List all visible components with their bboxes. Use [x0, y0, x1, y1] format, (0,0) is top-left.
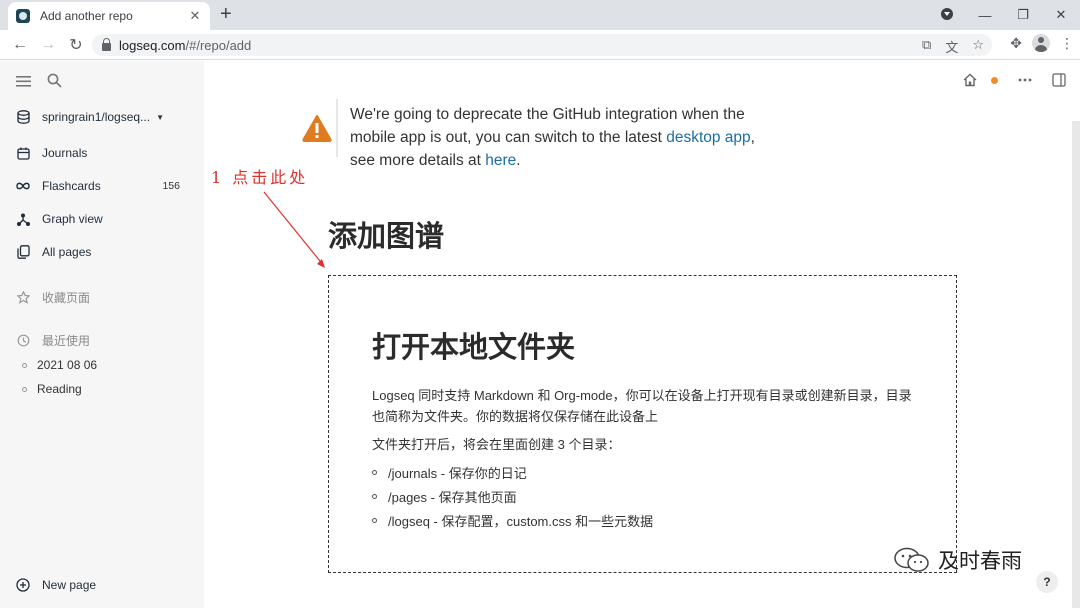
annotation-label: 1 点击此处: [211, 168, 309, 187]
scrollbar[interactable]: [1072, 121, 1080, 608]
recent-item[interactable]: Reading: [22, 382, 82, 396]
sidebar-item-favorites[interactable]: 收藏页面: [16, 289, 188, 306]
repo-name: springrain1/logseq...: [42, 110, 151, 124]
help-button[interactable]: ?: [1036, 571, 1058, 593]
profile-avatar[interactable]: [1032, 34, 1050, 52]
home-icon[interactable]: [963, 73, 977, 87]
bookmark-star-icon[interactable]: ☆: [972, 37, 984, 56]
bullet-icon: [372, 493, 377, 499]
menu-icon[interactable]: [16, 75, 31, 87]
url-text: logseq.com/#/repo/add: [119, 37, 252, 53]
browser-tabstrip: Add another repo ✕ + — ❐ ✕: [0, 0, 1080, 30]
header-actions: [963, 73, 1066, 87]
reload-icon[interactable]: ↻: [62, 35, 90, 55]
close-window-button[interactable]: ✕: [1042, 7, 1080, 23]
sidebar-item-all-pages[interactable]: All pages: [16, 245, 188, 259]
notice-text: We're going to deprecate the GitHub inte…: [350, 106, 755, 169]
left-sidebar: springrain1/logseq... ▼ Journals Flashca…: [0, 61, 204, 608]
bullet-icon: [372, 517, 377, 523]
repo-selector[interactable]: springrain1/logseq... ▼: [16, 110, 188, 124]
tab-close-icon[interactable]: ✕: [188, 8, 202, 24]
tab-title: Add another repo: [40, 9, 133, 23]
window-controls: — ❐ ✕: [928, 0, 1080, 30]
sidebar-item-label: 收藏页面: [42, 291, 91, 305]
list-item: /pages - 保存其他页面: [372, 484, 653, 508]
star-icon: [16, 291, 30, 305]
list-item: /logseq - 保存配置，custom.css 和一些元数据: [372, 508, 653, 532]
translate-icon[interactable]: 文: [945, 37, 958, 56]
lock-icon: [102, 37, 111, 51]
sidebar-item-label: Journals: [42, 146, 88, 160]
desktop-app-link[interactable]: desktop app: [666, 129, 750, 146]
wechat-logo-icon: [894, 547, 929, 572]
open-external-icon[interactable]: ⧉: [922, 37, 931, 56]
open-folder-description: Logseq 同时支持 Markdown 和 Org-mode，你可以在设备上打…: [372, 388, 912, 424]
right-sidebar-toggle-icon[interactable]: [1052, 73, 1066, 87]
bullet-icon: [22, 386, 27, 392]
extensions-icon[interactable]: ✥: [1010, 35, 1022, 52]
maximize-button[interactable]: ❐: [1004, 7, 1042, 23]
database-icon: [16, 110, 30, 124]
here-link[interactable]: here: [485, 152, 516, 169]
back-icon[interactable]: ←: [6, 36, 34, 54]
sync-status-dot[interactable]: [991, 76, 998, 84]
chevron-down-icon: ▼: [156, 112, 164, 122]
calendar-icon: [16, 146, 30, 160]
graph-icon: [16, 212, 30, 226]
history-icon: [16, 334, 30, 348]
new-page-button[interactable]: New page: [16, 578, 188, 592]
browser-tab[interactable]: Add another repo ✕: [8, 2, 210, 30]
page-title: 添加图谱: [328, 221, 445, 253]
plus-circle-icon: [16, 578, 30, 592]
browser-menu-icon[interactable]: ⋮: [1060, 35, 1074, 52]
warning-icon: [298, 99, 338, 157]
list-item: /journals - 保存你的日记: [372, 460, 653, 484]
wechat-watermark: 及时春雨: [892, 545, 1022, 575]
sidebar-item-flashcards[interactable]: Flashcards 156: [16, 179, 188, 193]
recent-item-label: Reading: [37, 382, 82, 396]
bullet-icon: [22, 362, 27, 368]
downloads-icon[interactable]: [928, 7, 966, 23]
sidebar-item-graph-view[interactable]: Graph view: [16, 212, 188, 226]
infinity-icon: [16, 179, 30, 193]
forward-icon[interactable]: →: [34, 36, 62, 54]
sidebar-item-label: 最近使用: [42, 334, 91, 348]
directory-list: /journals - 保存你的日记 /pages - 保存其他页面 /logs…: [372, 460, 653, 532]
minimize-button[interactable]: —: [966, 8, 1004, 23]
recent-item[interactable]: 2021 08 06: [22, 358, 97, 372]
logseq-favicon-icon: [16, 9, 30, 23]
address-bar[interactable]: logseq.com/#/repo/add ⧉ 文 ☆: [92, 34, 992, 56]
flashcards-count-badge: 156: [162, 180, 180, 192]
browser-toolbar: ← → ↻ logseq.com/#/repo/add ⧉ 文 ☆ ✥ ⋮: [0, 30, 1080, 60]
search-icon[interactable]: [47, 73, 62, 88]
recent-item-label: 2021 08 06: [37, 358, 98, 372]
sidebar-item-journals[interactable]: Journals: [16, 146, 188, 160]
sidebar-item-label: All pages: [42, 245, 92, 259]
new-tab-button[interactable]: +: [220, 4, 232, 24]
main-content: We're going to deprecate the GitHub inte…: [204, 61, 1080, 608]
deprecation-notice: We're going to deprecate the GitHub inte…: [298, 99, 780, 172]
new-page-label: New page: [42, 578, 97, 592]
pages-icon: [16, 245, 30, 259]
sidebar-item-recent[interactable]: 最近使用: [16, 332, 188, 349]
open-folder-subtitle: 文件夹打开后，将会在里面创建 3 个目录：: [372, 437, 621, 452]
open-folder-title: 打开本地文件夹: [372, 332, 576, 364]
more-icon[interactable]: [1018, 78, 1032, 82]
sidebar-item-label: Graph view: [42, 212, 103, 226]
open-local-folder-card[interactable]: 打开本地文件夹 Logseq 同时支持 Markdown 和 Org-mode，…: [328, 275, 957, 573]
sidebar-item-label: Flashcards: [42, 179, 101, 193]
watermark-text: 及时春雨: [938, 550, 1022, 573]
bullet-icon: [372, 469, 377, 475]
